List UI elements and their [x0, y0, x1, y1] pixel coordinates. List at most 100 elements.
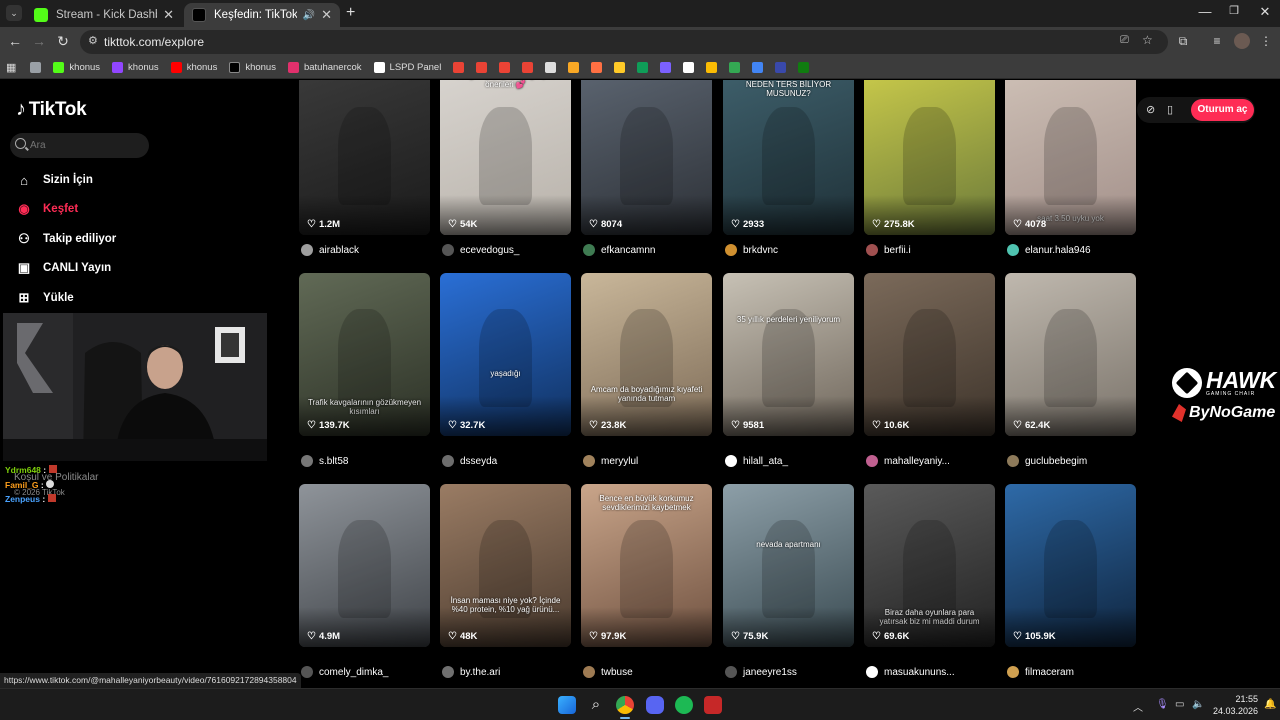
- restore-icon[interactable]: ❐: [1219, 4, 1249, 17]
- bookmark-star-icon[interactable]: ☆: [1142, 33, 1153, 47]
- bookmark-khonus[interactable]: khonus: [229, 62, 276, 73]
- video-author[interactable]: elanur.hala946: [1007, 244, 1091, 256]
- video-author[interactable]: efkancamnn: [583, 244, 655, 256]
- video-author[interactable]: comely_dimka_: [301, 666, 388, 678]
- windows-start-icon[interactable]: [558, 696, 576, 714]
- video-card[interactable]: yaşadığı ♡ 32.7K: [440, 273, 571, 436]
- cast-icon[interactable]: ⎚: [1120, 34, 1129, 47]
- video-author[interactable]: by.the.ari: [442, 666, 500, 678]
- login-button[interactable]: Oturum aç: [1191, 99, 1254, 121]
- video-card[interactable]: 35 yıllık perdeleri yeniliyorum ♡ 9581: [723, 273, 854, 436]
- back-icon[interactable]: ←: [6, 33, 24, 49]
- video-author[interactable]: twbuse: [583, 666, 633, 678]
- reading-list-icon[interactable]: ≡: [1209, 34, 1225, 48]
- video-card[interactable]: saat 3.50 uyku yok♡4078: [1005, 80, 1136, 235]
- sidebar-item-home[interactable]: ⌂ Sizin İçin: [16, 172, 93, 188]
- apps-grid-icon[interactable]: ▦: [6, 61, 16, 74]
- video-author[interactable]: meryylul: [583, 455, 638, 467]
- video-card[interactable]: OTOBÜSTEKİ KOLTUKLAR NEDEN TERS BİLİYOR …: [723, 80, 854, 235]
- coin-icon[interactable]: ⊘: [1146, 103, 1155, 116]
- video-author[interactable]: dsseyda: [442, 455, 497, 467]
- extensions-icon[interactable]: ⧉: [1175, 34, 1191, 49]
- close-tab-icon[interactable]: ✕: [321, 7, 332, 23]
- video-card[interactable]: İnsan maması niye yok? İçinde %40 protei…: [440, 484, 571, 647]
- bookmark-xbox[interactable]: [798, 62, 810, 73]
- tab-tiktok-explore[interactable]: Keşfedin: TikTok'ta favori vi 🔊 ✕: [184, 3, 340, 27]
- video-author[interactable]: guclubebegim: [1007, 455, 1087, 467]
- sidebar-item-following[interactable]: ⚇ Takip ediliyor: [16, 231, 116, 247]
- search-input[interactable]: [30, 137, 142, 154]
- notification-bell-icon[interactable]: 🔔: [1264, 699, 1276, 710]
- system-clock[interactable]: 21:55 24.03.2026: [1210, 693, 1258, 717]
- bookmark-game[interactable]: [568, 62, 580, 73]
- sidebar-item-compass[interactable]: ◉ Keşfet: [16, 201, 78, 217]
- video-card[interactable]: ♡ 275.8K: [864, 80, 995, 235]
- bookmark-gmail[interactable]: [522, 62, 534, 73]
- bookmark-arrow[interactable]: [683, 62, 695, 73]
- minimize-icon[interactable]: —: [1190, 4, 1220, 19]
- video-author[interactable]: masuakununs...: [866, 666, 955, 678]
- video-author[interactable]: hilall_ata_: [725, 455, 788, 467]
- search-box[interactable]: [10, 133, 149, 158]
- video-card[interactable]: Amcam da boyadığımız kıyafeti yanında tu…: [581, 273, 712, 436]
- bookmark-pencil[interactable]: [706, 62, 718, 73]
- new-tab-button[interactable]: +: [346, 4, 355, 22]
- menu-icon[interactable]: ⋮: [1258, 34, 1274, 48]
- bookmark-batuhanercok[interactable]: batuhanercok: [287, 62, 362, 73]
- video-card[interactable]: ♡ 10.6K: [864, 273, 995, 436]
- search-icon[interactable]: ⌕: [587, 696, 605, 714]
- video-author[interactable]: mahalleyaniy...: [866, 455, 950, 467]
- discord-icon[interactable]: [646, 696, 664, 714]
- video-card[interactable]: Biraz daha oyunlara para yatırsak biz mi…: [864, 484, 995, 647]
- video-author[interactable]: filmaceram: [1007, 666, 1074, 678]
- chrome-icon[interactable]: [616, 696, 634, 714]
- tiktok-logo[interactable]: ♪ TikTok: [16, 98, 87, 121]
- video-author[interactable]: ecevedogus_: [442, 244, 520, 256]
- forward-icon[interactable]: →: [30, 33, 48, 49]
- bookmark-globe[interactable]: [775, 62, 787, 73]
- video-card[interactable]: ♡ 105.9K: [1005, 484, 1136, 647]
- video-card[interactable]: Bence en büyük korkumuz sevdiklerimizi k…: [581, 484, 712, 647]
- bookmark-gmail[interactable]: [476, 62, 488, 73]
- bookmark-sheets[interactable]: [637, 62, 649, 73]
- bookmark-game[interactable]: [614, 62, 626, 73]
- video-author[interactable]: s.blt58: [301, 455, 348, 467]
- bookmark-gmail[interactable]: [453, 62, 465, 73]
- bookmark-folder[interactable]: [30, 62, 42, 73]
- speaker-icon[interactable]: 🔊: [303, 10, 315, 21]
- bookmark-list[interactable]: [660, 62, 672, 73]
- video-author[interactable]: berfii.i: [866, 244, 911, 256]
- bookmark-game[interactable]: [591, 62, 603, 73]
- microphone-icon[interactable]: 🎙: [1156, 699, 1169, 710]
- tab-search-icon[interactable]: ⌄: [6, 5, 22, 21]
- phone-icon[interactable]: ▯: [1167, 103, 1173, 116]
- bookmark-khonus[interactable]: khonus: [112, 62, 159, 73]
- sidebar-item-live[interactable]: ▣ CANLI Yayın: [16, 260, 111, 276]
- close-window-icon[interactable]: ✕: [1250, 4, 1280, 20]
- profile-avatar[interactable]: [1234, 33, 1250, 49]
- video-author[interactable]: airablack: [301, 244, 359, 256]
- bookmark-gmail[interactable]: [499, 62, 511, 73]
- bookmark-doc[interactable]: [545, 62, 557, 73]
- video-author[interactable]: janeeyre1ss: [725, 666, 797, 678]
- app-icon[interactable]: [704, 696, 722, 714]
- spotify-icon[interactable]: [675, 696, 693, 714]
- network-icon[interactable]: ▭: [1175, 699, 1184, 710]
- video-card[interactable]: ♡ 1.2M: [299, 80, 430, 235]
- volume-icon[interactable]: 🔈: [1192, 699, 1204, 710]
- bookmark-lspd-panel[interactable]: LSPD Panel: [373, 62, 441, 73]
- video-card[interactable]: nevada apartmanı ♡ 75.9K: [723, 484, 854, 647]
- bookmark-khonus[interactable]: khonus: [170, 62, 217, 73]
- tab-kick-dashboard[interactable]: Stream - Kick Dashboard ✕: [26, 3, 182, 27]
- video-author[interactable]: brkdvnc: [725, 244, 778, 256]
- site-info-icon[interactable]: ⚙: [88, 34, 98, 47]
- video-card[interactable]: Sevgilinle çekebileceğin poz önerileri 💕…: [440, 80, 571, 235]
- reload-icon[interactable]: ↻: [54, 33, 72, 50]
- video-card[interactable]: Trafik kavgalarının gözükmeyen kısımları…: [299, 273, 430, 436]
- address-bar[interactable]: ⚙ tikttok.com/explore ⎚ ☆: [80, 30, 1168, 54]
- video-card[interactable]: ♡ 8074: [581, 80, 712, 235]
- tray-chevron-icon[interactable]: ︿: [1133, 699, 1143, 714]
- bookmark-khonus[interactable]: khonus: [53, 62, 100, 73]
- bookmark-shield[interactable]: [752, 62, 764, 73]
- close-tab-icon[interactable]: ✕: [163, 7, 174, 23]
